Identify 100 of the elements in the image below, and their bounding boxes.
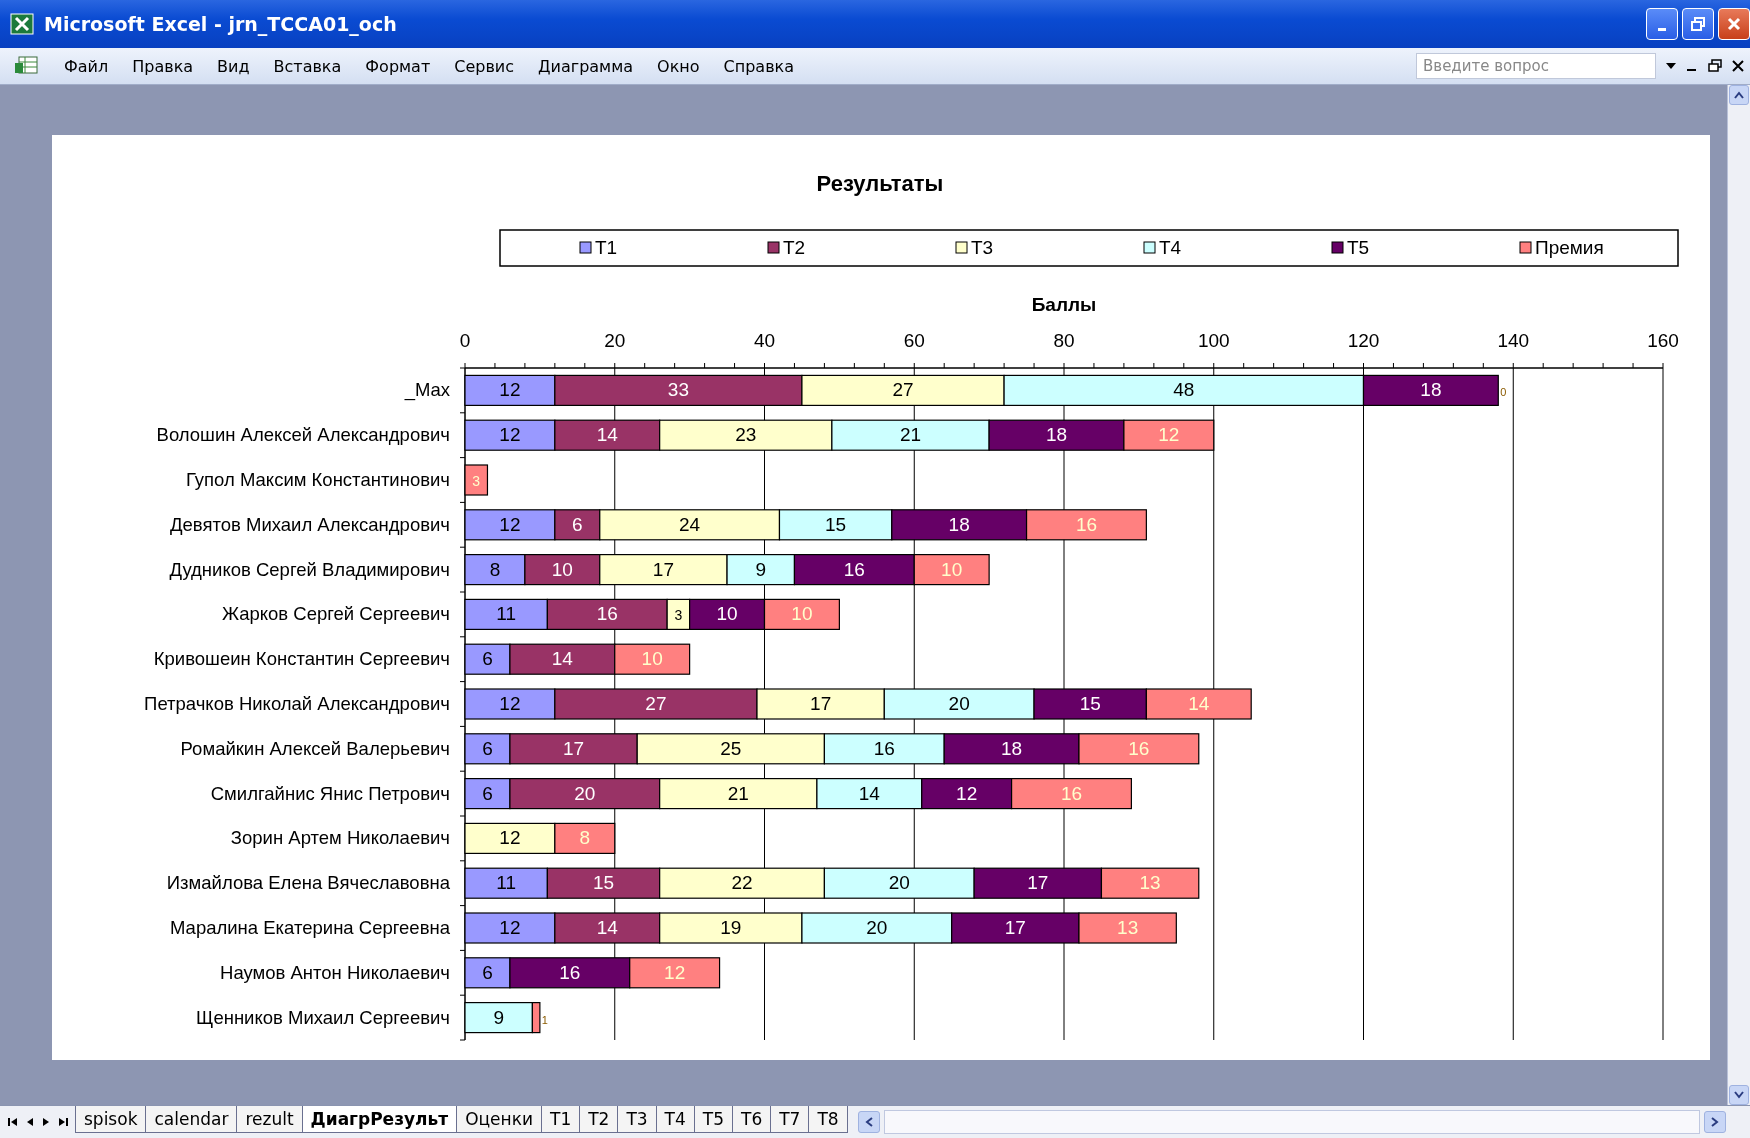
sheet-tab[interactable]: ДиагрРезульт	[301, 1106, 458, 1133]
sheet-tab[interactable]: T7	[770, 1106, 810, 1133]
data-label: 16	[1128, 737, 1150, 759]
data-label: 12	[499, 424, 521, 446]
data-label: 12	[956, 782, 978, 804]
legend-label: Премия	[1535, 237, 1604, 258]
scroll-left-button[interactable]	[857, 1111, 880, 1133]
sheet-tab[interactable]: T8	[808, 1106, 848, 1133]
data-label: 17	[1004, 917, 1026, 938]
sheet-tab[interactable]: Оценки	[456, 1106, 542, 1133]
restore-button[interactable]	[1682, 8, 1714, 40]
sheet-tab[interactable]: T6	[732, 1106, 772, 1133]
data-label: 20	[866, 917, 888, 938]
sheet-tab[interactable]: T2	[579, 1106, 619, 1133]
sheet-tab[interactable]: T5	[693, 1106, 733, 1133]
data-label: 6	[482, 782, 493, 804]
menu-item[interactable]: Формат	[353, 53, 443, 79]
data-label: 19	[720, 917, 742, 938]
sheet-tab[interactable]: rezult	[236, 1106, 303, 1133]
dropdown-arrow-icon[interactable]	[1666, 62, 1676, 70]
data-label: 21	[727, 782, 749, 804]
minimize-button[interactable]	[1646, 8, 1678, 40]
menu-item[interactable]: Вид	[205, 53, 262, 79]
scroll-up-button[interactable]	[1729, 85, 1749, 105]
data-label: 17	[652, 558, 674, 580]
data-label: 12	[1158, 424, 1180, 446]
data-label: 24	[679, 513, 701, 535]
first-sheet-icon[interactable]	[8, 1117, 18, 1127]
data-label: 12	[499, 513, 521, 535]
data-label: 9	[493, 1006, 504, 1028]
data-label: 16	[1075, 513, 1098, 535]
restore-icon[interactable]	[1708, 59, 1722, 73]
tick-label: 80	[1053, 330, 1075, 351]
tick-label: 140	[1497, 330, 1530, 351]
tick-label: 20	[604, 330, 626, 351]
menu-item[interactable]: Правка	[120, 53, 206, 79]
category-label: Кривошеин Константин Сергеевич	[153, 648, 450, 670]
data-label: 15	[592, 872, 615, 894]
sheet-tab[interactable]: T3	[617, 1106, 657, 1133]
previous-sheet-icon[interactable]	[26, 1117, 34, 1127]
data-label: 9	[755, 558, 767, 580]
help-search-field[interactable]: Введите вопрос	[1416, 53, 1656, 79]
data-label: 48	[1173, 379, 1195, 401]
tick-label: 40	[753, 330, 776, 351]
legend-label: T5	[1347, 237, 1370, 258]
data-label: 16	[559, 961, 581, 983]
data-label: 11	[496, 872, 517, 894]
menu-item[interactable]: Справка	[711, 53, 807, 79]
data-label: 18	[1045, 424, 1068, 446]
excel-logo-icon	[10, 13, 34, 35]
data-label: 33	[667, 379, 689, 401]
next-sheet-icon[interactable]	[42, 1117, 50, 1127]
legend-label: T4	[1159, 237, 1182, 258]
data-label: 20	[574, 782, 596, 804]
sheet-tab[interactable]: spisok	[75, 1106, 147, 1133]
data-label: 15	[1079, 693, 1101, 714]
window-title: Microsoft Excel - jrn_TCCA01_och	[44, 13, 398, 35]
data-label: 15	[825, 513, 847, 535]
category-label: Зорин Артем Николаевич	[230, 827, 450, 849]
scroll-down-button[interactable]	[1729, 1085, 1749, 1105]
vertical-scrollbar[interactable]	[1727, 85, 1750, 1105]
restore-icon	[1690, 16, 1706, 32]
data-label: 6	[482, 737, 493, 759]
data-label: 11	[496, 603, 517, 625]
sheet-tab[interactable]: T1	[541, 1106, 581, 1133]
menu-item[interactable]: Диаграмма	[526, 53, 646, 79]
sheet-tab[interactable]: T4	[655, 1106, 695, 1133]
scroll-right-button[interactable]	[1704, 1111, 1726, 1133]
category-label: Измайлова Елена Вячеславовна	[166, 872, 450, 894]
data-label: 16	[1060, 782, 1083, 804]
tick-label: 120	[1347, 330, 1380, 351]
data-label: 12	[499, 917, 521, 938]
data-label: 3	[472, 473, 481, 489]
last-sheet-icon[interactable]	[58, 1117, 68, 1127]
data-label: 18	[948, 513, 970, 535]
data-label: 8	[489, 558, 501, 580]
category-label: Гупол Максим Константинович	[186, 469, 450, 490]
data-label: 13	[1117, 917, 1139, 938]
data-label: 10	[941, 558, 963, 580]
category-label: Щенников Михаил Сергеевич	[196, 1006, 450, 1028]
menu-item[interactable]: Окно	[645, 53, 712, 79]
data-label: 6	[572, 513, 583, 535]
tick-label: 160	[1647, 330, 1679, 351]
data-label: 20	[888, 872, 910, 894]
category-label: Волошин Алексей Александрович	[156, 424, 450, 446]
data-label: 22	[731, 872, 753, 894]
category-label: Дудников Сергей Владимирович	[169, 558, 450, 580]
axis-title: Баллы	[1031, 294, 1097, 315]
close-button[interactable]	[1718, 8, 1750, 40]
data-label: 17	[810, 693, 832, 714]
category-label: Смилгайнис Янис Петрович	[210, 782, 450, 804]
data-label: 16	[873, 737, 895, 759]
data-label: 27	[645, 693, 667, 714]
menu-item[interactable]: Файл	[52, 53, 121, 79]
menu-item[interactable]: Сервис	[442, 53, 527, 79]
data-label: 12	[499, 693, 521, 714]
sheet-tab[interactable]: calendar	[145, 1106, 238, 1133]
close-icon[interactable]	[1732, 60, 1744, 72]
data-label: 0	[1500, 386, 1507, 399]
menu-item[interactable]: Вставка	[261, 53, 354, 79]
